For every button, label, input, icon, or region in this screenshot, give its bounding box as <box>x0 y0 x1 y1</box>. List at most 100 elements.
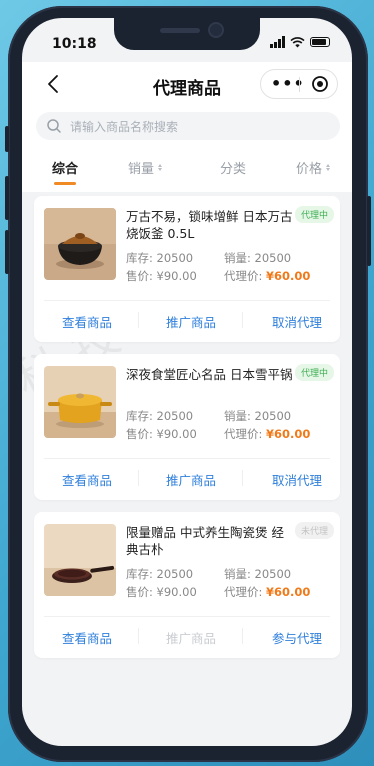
tab-label: 分类 <box>220 162 247 177</box>
signal-icon <box>270 36 285 48</box>
capsule-divider <box>299 77 300 92</box>
stock-info: 库存: 20500 <box>126 408 193 424</box>
product-image-rice-pot[interactable] <box>44 208 116 280</box>
sales-label: 销量: <box>224 409 251 423</box>
search-input[interactable] <box>68 116 332 138</box>
power-button <box>367 196 371 266</box>
tab-category[interactable]: 分类 <box>220 158 246 177</box>
agent-price-info: 代理价: ¥60.00 <box>224 584 310 600</box>
action-divider <box>242 312 243 328</box>
action-divider <box>242 628 243 644</box>
view-product-button[interactable]: 查看商品 <box>62 312 112 331</box>
tab-label: 价格 <box>296 162 323 177</box>
price-label: 售价: <box>126 585 153 599</box>
sales-label: 销量: <box>224 251 251 265</box>
sales-info: 销量: 20500 <box>224 250 291 266</box>
agent-price-label: 代理价: <box>224 427 263 441</box>
stock-label: 库存: <box>126 567 153 581</box>
product-image-frying-pan[interactable] <box>44 524 116 596</box>
action-divider <box>242 470 243 486</box>
volume-down-button <box>5 230 9 274</box>
sales-info: 销量: 20500 <box>224 408 291 424</box>
product-card: 万古不易，锁味增鲜 日本万古烧饭釜 0.5L 库存: 20500 销量: 205… <box>34 196 340 342</box>
sales-value: 20500 <box>254 251 292 265</box>
card-actions: 查看商品 推广商品 参与代理 <box>34 616 340 656</box>
stock-value: 20500 <box>156 251 194 265</box>
tab-label: 销量 <box>128 162 155 177</box>
cancel-agent-button[interactable]: 取消代理 <box>272 470 322 489</box>
mini-program-capsule: ••• <box>260 69 338 99</box>
agent-price-value: ¥60.00 <box>266 427 311 441</box>
price-value: ¥90.00 <box>156 427 197 441</box>
search-box[interactable] <box>36 112 340 140</box>
agent-price-label: 代理价: <box>224 585 263 599</box>
price-info: 售价: ¥90.00 <box>126 268 197 284</box>
promote-product-button[interactable]: 推广商品 <box>166 470 216 489</box>
status-badge: 代理中 <box>294 206 334 223</box>
status-badge: 代理中 <box>294 364 334 381</box>
rice-pot-image <box>44 208 116 280</box>
promote-product-button: 推广商品 <box>166 631 217 646</box>
sales-value: 20500 <box>254 409 292 423</box>
search-bar <box>22 106 352 152</box>
sales-label: 销量: <box>224 567 251 581</box>
filter-tabs: 综合 销量 分类 价格 <box>22 152 352 192</box>
battery-icon <box>310 37 330 47</box>
tab-label: 综合 <box>52 162 79 177</box>
promote-product-button[interactable]: 推广商品 <box>166 312 216 331</box>
active-tab-indicator <box>54 182 76 185</box>
notch <box>114 18 260 50</box>
volume-up-button <box>5 176 9 220</box>
product-card: 限量赠品 中式养生陶瓷煲 经典古朴 库存: 20500 销量: 20500 售价… <box>34 512 340 658</box>
price-info: 售价: ¥90.00 <box>126 426 197 442</box>
price-info: 售价: ¥90.00 <box>126 584 197 600</box>
sort-icon <box>326 164 331 171</box>
wifi-icon <box>290 36 305 47</box>
stock-info: 库存: 20500 <box>126 566 193 582</box>
tab-price[interactable]: 价格 <box>296 158 331 177</box>
agent-price-info: 代理价: ¥60.00 <box>224 426 310 442</box>
tab-comprehensive[interactable]: 综合 <box>52 158 79 185</box>
agent-price-value: ¥60.00 <box>266 269 311 283</box>
stock-label: 库存: <box>126 251 153 265</box>
sort-icon <box>158 164 163 171</box>
status-badge: 未代理 <box>294 522 334 539</box>
price-label: 售价: <box>126 269 153 283</box>
price-value: ¥90.00 <box>156 269 197 283</box>
system-icons <box>270 36 330 48</box>
product-image-saucepan[interactable] <box>44 366 116 438</box>
action-divider <box>138 470 139 486</box>
sales-info: 销量: 20500 <box>224 566 291 582</box>
product-name: 万古不易，锁味增鲜 日本万古烧饭釜 0.5L <box>126 209 293 241</box>
product-name: 深夜食堂匠心名品 日本雪平锅 <box>126 367 293 382</box>
cancel-agent-button[interactable]: 取消代理 <box>272 312 322 331</box>
product-name: 限量赠品 中式养生陶瓷煲 经典古朴 <box>126 525 284 557</box>
stock-value: 20500 <box>156 567 194 581</box>
stock-info: 库存: 20500 <box>126 250 193 266</box>
tab-sales[interactable]: 销量 <box>128 158 163 177</box>
price-value: ¥90.00 <box>156 585 197 599</box>
mute-switch <box>5 126 9 152</box>
view-product-button[interactable]: 查看商品 <box>62 628 112 647</box>
action-divider <box>138 312 139 328</box>
agent-price-label: 代理价: <box>224 269 263 283</box>
status-time: 10:18 <box>52 36 97 52</box>
search-icon <box>47 119 61 133</box>
front-camera <box>210 24 222 36</box>
close-miniprogram-icon[interactable] <box>311 75 329 93</box>
stock-label: 库存: <box>126 409 153 423</box>
join-agent-button[interactable]: 参与代理 <box>272 628 322 647</box>
frying-pan-image <box>44 524 116 596</box>
product-card: 深夜食堂匠心名品 日本雪平锅 库存: 20500 销量: 20500 售价: ¥… <box>34 354 340 500</box>
speaker <box>160 28 200 33</box>
price-label: 售价: <box>126 427 153 441</box>
nav-bar: 代理商品 ••• <box>22 62 352 106</box>
action-divider <box>138 628 139 644</box>
stock-value: 20500 <box>156 409 194 423</box>
view-product-button[interactable]: 查看商品 <box>62 470 112 489</box>
sales-value: 20500 <box>254 567 292 581</box>
card-actions: 查看商品 推广商品 取消代理 <box>34 300 340 340</box>
app-screen: 科技有限 10:18 代理商品 ••• <box>22 18 352 746</box>
agent-price-value: ¥60.00 <box>266 585 311 599</box>
card-actions: 查看商品 推广商品 取消代理 <box>34 458 340 498</box>
